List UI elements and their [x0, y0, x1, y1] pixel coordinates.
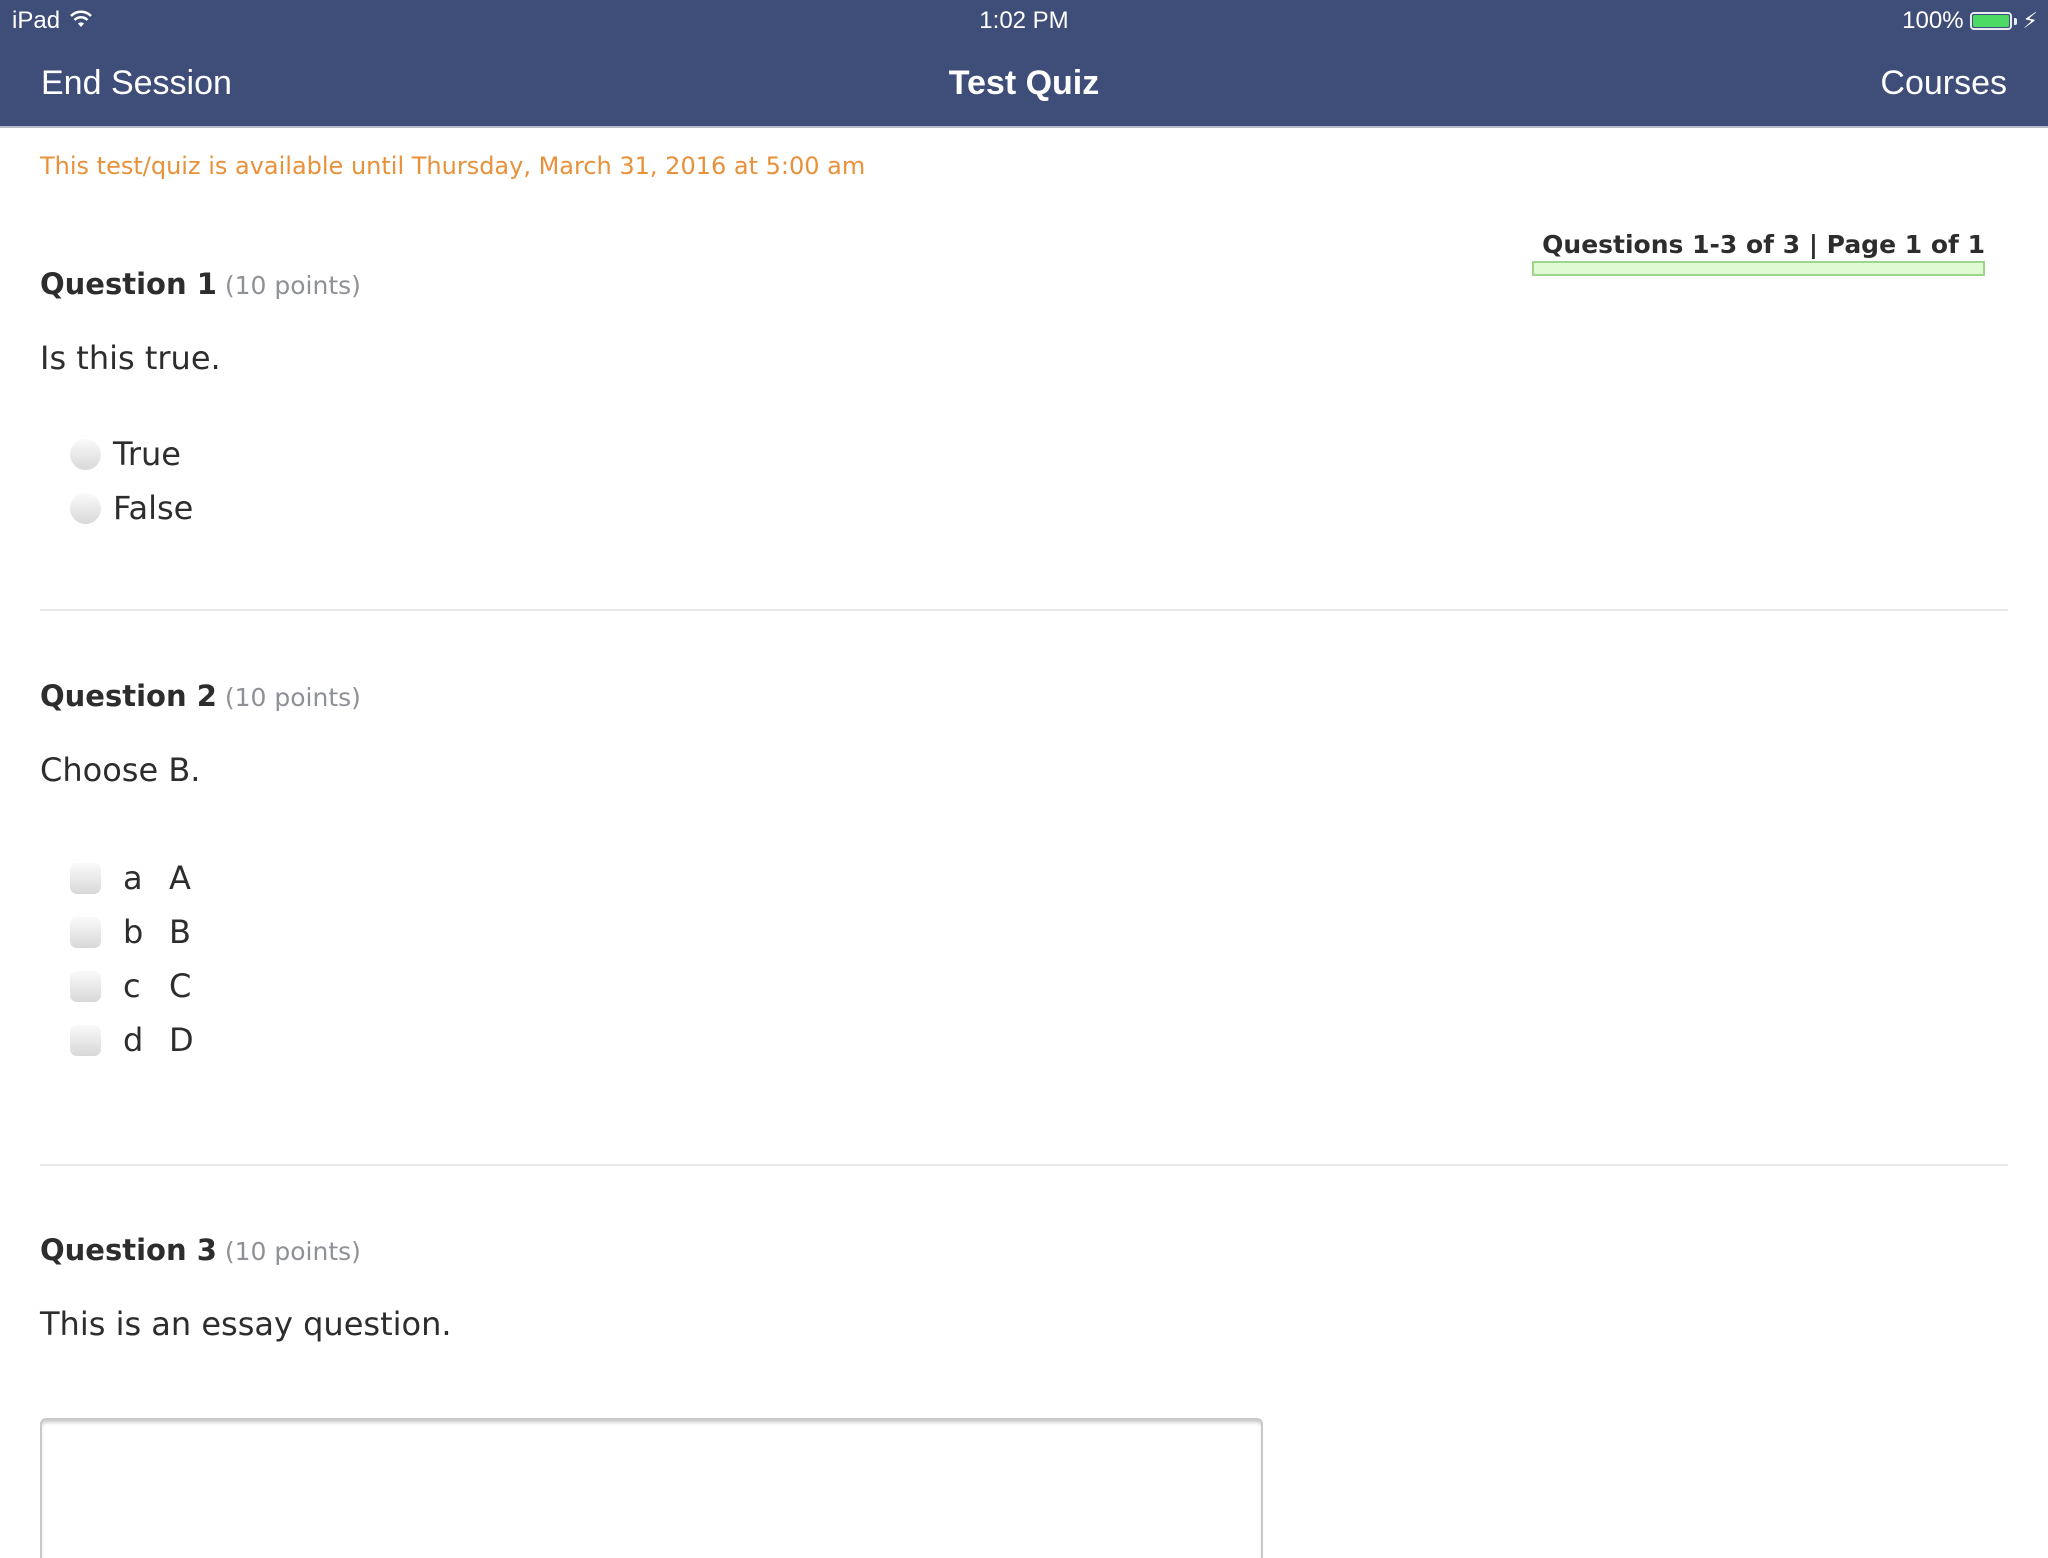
question-points: (10 points)	[224, 1237, 361, 1266]
checkbox[interactable]	[70, 970, 101, 1002]
option-letter: c	[123, 967, 141, 1005]
question-text: Choose B.	[40, 751, 201, 789]
option-letter: b	[123, 913, 144, 951]
question-2: Question 2 (10 points) Choose B. a A b B …	[40, 678, 361, 1059]
availability-notice: This test/quiz is available until Thursd…	[40, 152, 866, 180]
checkbox[interactable]	[70, 1024, 101, 1056]
question-points: (10 points)	[224, 271, 361, 300]
option-label: D	[169, 1021, 194, 1059]
question-text: Is this true.	[40, 339, 221, 377]
status-time: 1:02 PM	[979, 7, 1069, 34]
radio-button[interactable]	[70, 492, 101, 524]
option-true[interactable]: True	[70, 434, 181, 474]
option-letter: d	[123, 1021, 144, 1059]
question-header: Question 3 (10 points)	[40, 1232, 361, 1270]
option-d[interactable]: d D	[70, 1020, 194, 1060]
question-number: Question 2	[40, 679, 217, 713]
option-label: True	[113, 435, 181, 473]
page-title: Test Quiz	[948, 64, 1100, 102]
battery-percent: 100%	[1902, 7, 1964, 34]
question-divider	[40, 609, 2008, 611]
pagination-summary: Questions 1-3 of 3 | Page 1 of 1	[1532, 228, 1985, 276]
battery-tip	[2013, 17, 2017, 25]
progress-bar	[1532, 261, 1985, 276]
question-header: Question 1 (10 points)	[40, 266, 361, 304]
navigation-bar: iPad 1:02 PM 100% ⚡︎ End Session Test Qu…	[0, 0, 2048, 128]
option-c[interactable]: c C	[70, 966, 191, 1006]
battery-icon	[1969, 12, 2012, 30]
question-points: (10 points)	[224, 683, 361, 712]
option-label: B	[169, 913, 191, 951]
status-bar-right: 100% ⚡︎	[1902, 6, 2038, 36]
question-divider	[40, 1164, 2008, 1166]
question-header: Question 2 (10 points)	[40, 678, 361, 716]
option-a[interactable]: a A	[70, 858, 191, 898]
question-text: This is an essay question.	[40, 1305, 452, 1343]
option-letter: a	[123, 859, 143, 897]
essay-answer-input[interactable]	[40, 1418, 1263, 1558]
option-false[interactable]: False	[70, 488, 193, 528]
question-number: Question 3	[40, 1233, 217, 1267]
charging-bolt-icon: ⚡︎	[2022, 8, 2038, 33]
checkbox[interactable]	[70, 916, 101, 948]
pagination-text: Questions 1-3 of 3 | Page 1 of 1	[1542, 230, 1985, 259]
question-number: Question 1	[40, 267, 217, 301]
courses-button[interactable]: Courses	[1880, 62, 2007, 104]
checkbox[interactable]	[70, 862, 101, 894]
option-label: A	[169, 859, 191, 897]
end-session-button[interactable]: End Session	[41, 62, 232, 104]
question-1: Question 1 (10 points) Is this true. True…	[40, 266, 361, 527]
question-3: Question 3 (10 points) This is an essay q…	[40, 1232, 452, 1343]
radio-button[interactable]	[70, 438, 101, 470]
option-label: C	[169, 967, 192, 1005]
option-b[interactable]: b B	[70, 912, 191, 952]
option-label: False	[113, 489, 194, 527]
